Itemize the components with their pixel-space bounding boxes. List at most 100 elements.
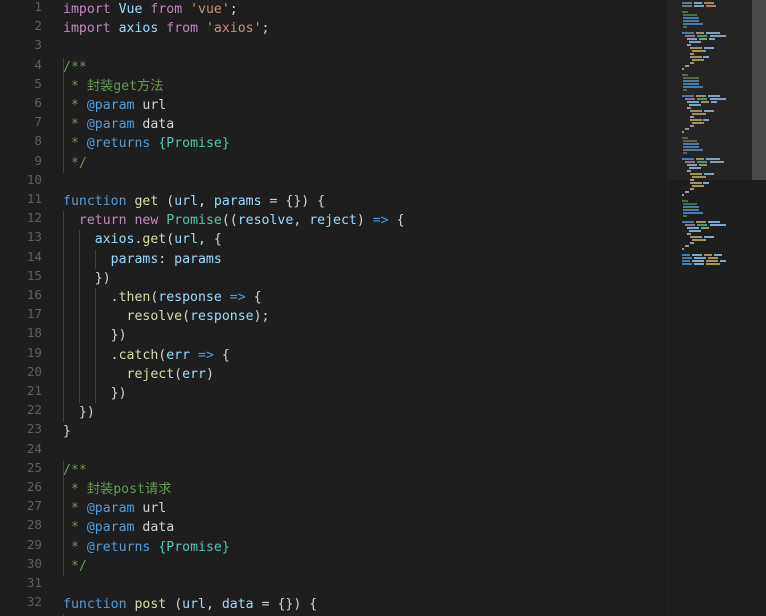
minimap-token [694,257,706,259]
minimap-token [706,260,718,262]
code-token: ( [158,194,175,209]
vertical-scrollbar[interactable] [752,0,766,616]
code-line[interactable]: * 封装get方法 [52,77,163,96]
code-token: then [118,290,151,305]
code-line[interactable]: function get (url, params = {}) { [52,192,325,211]
code-line[interactable]: } [52,422,71,441]
code-line[interactable]: }) [52,269,111,288]
code-token: @returns [86,136,151,152]
code-token: data [221,597,254,613]
code-line[interactable]: * @param url [52,96,166,115]
code-line[interactable]: axios.get(url, { [52,230,222,249]
code-token: new [134,213,159,229]
line-number: 4 [34,56,42,72]
line-number: 1 [34,0,42,14]
code-line[interactable]: import axios from 'axios'; [52,19,270,38]
code-line[interactable] [52,173,63,192]
code-token: ( [166,232,175,248]
minimap-token [682,263,692,265]
line-number: 6 [34,95,42,110]
code-token: @param [86,501,135,517]
code-line[interactable] [52,576,63,595]
code-token: , [205,597,222,613]
code-token: * [63,520,87,536]
code-token: => [198,347,214,363]
line-number: 28 [26,517,42,533]
code-line[interactable]: resolve(response); [52,307,270,326]
code-line[interactable]: /** [52,58,87,77]
code-line[interactable]: * @returns {Promise} [52,538,230,557]
code-line[interactable]: */ [52,557,87,576]
code-content-area[interactable]: import Vue from 'vue'; import axios from … [52,0,668,616]
code-line[interactable] [52,442,63,461]
code-token: err [166,347,191,363]
line-number: 14 [26,248,42,264]
code-token: get [142,232,167,248]
line-number: 9 [34,152,42,168]
code-line[interactable] [52,38,63,57]
code-token: @param [86,117,135,133]
indent-guide [63,211,64,423]
indent-guide [94,288,96,404]
code-token: = {}) { [253,597,318,613]
code-token: , [198,194,214,209]
line-number-gutter: 1 2 3 4 5 6 7 8 9 10 11 12 13 14 15 16 17 18 19 20 21 22 23 24 2… [0,0,52,616]
code-token: => [372,213,389,229]
code-token: function [63,597,127,613]
code-token: ; [261,21,270,37]
minimap-token [682,260,690,262]
minimap-token [687,233,691,235]
minimap-token [703,182,709,184]
code-token: resolve [126,309,183,325]
line-number: 33 [0,611,42,616]
code-token: * [63,117,87,133]
code-line[interactable]: import Vue from 'vue'; [52,0,238,19]
minimap-slider[interactable] [668,0,752,180]
minimap-token [683,215,687,217]
code-token: */ [63,558,87,574]
line-number: 30 [26,555,42,571]
code-token: response [190,309,254,325]
code-line[interactable]: .then(response => { [52,288,262,307]
minimap-token [697,224,707,226]
code-line[interactable]: * @param data [52,518,174,537]
line-number: 8 [34,133,42,149]
code-token: axios [118,21,159,37]
line-number: 18 [26,325,42,341]
minimap-token [720,260,726,262]
code-line[interactable]: }) [52,403,95,422]
code-token: @returns [86,539,151,555]
line-number: 21 [26,383,42,398]
code-token: ( [182,309,191,325]
code-line[interactable]: reject(err) [52,365,214,384]
code-line[interactable]: return new Promise((resolve, reject) => … [52,211,405,230]
code-line[interactable]: * 封装post请求 [52,480,171,499]
code-token: response [158,290,222,305]
line-number: 17 [26,306,42,322]
code-line[interactable]: */ [52,154,87,173]
indent-guide [94,249,96,269]
code-token: function [63,194,127,209]
code-token: ( [166,597,183,613]
minimap-token [685,245,689,247]
code-line[interactable]: * @returns {Promise} [52,134,230,153]
code-token: }) [63,405,95,421]
minimap-token [694,263,704,265]
code-line[interactable]: params: params [52,250,222,269]
minimap-token [682,221,694,223]
code-editor[interactable]: 1 2 3 4 5 6 7 8 9 10 11 12 13 14 15 16 17 18 19 20 21 22 23 24 2… [0,0,766,616]
code-line[interactable]: /** [52,461,87,480]
code-line[interactable]: * @param url [52,499,166,518]
line-number: 10 [26,171,42,187]
code-token: * 封装get方法 [63,78,164,94]
code-line[interactable]: * @param data [52,115,174,134]
minimap-token [690,236,702,238]
code-line[interactable]: function post (url, data = {}) { [52,595,317,614]
code-token: /** [63,59,87,75]
vertical-scrollbar-thumb[interactable] [752,0,766,180]
